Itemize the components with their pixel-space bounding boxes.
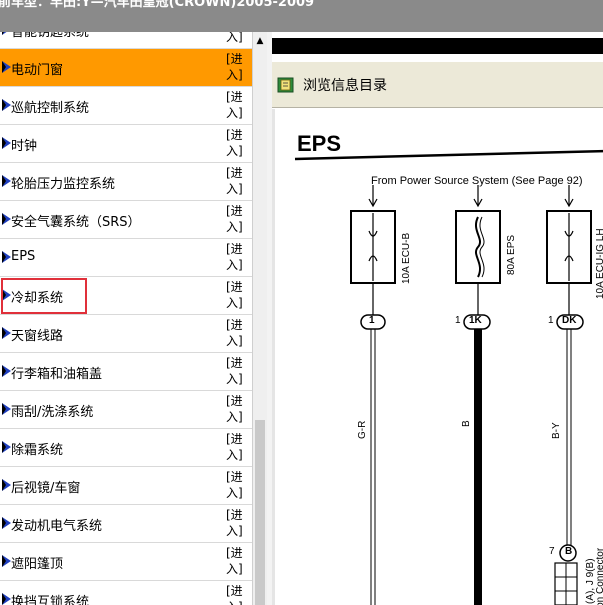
list-item-smart-key[interactable]: 智能钥匙系统 [进入] <box>0 32 252 49</box>
enter-link[interactable]: [进入] <box>226 583 248 605</box>
list-item-label: 发动机电气系统 <box>11 519 103 534</box>
list-item-clock[interactable]: 时钟 [进 入] <box>0 125 252 163</box>
fuse-label-eps: 80A EPS <box>506 234 517 275</box>
fuse-label-ecu-ig: 10A ECU-IG LH <box>595 228 603 299</box>
item-arrow-icon <box>2 32 7 35</box>
item-arrow-icon <box>2 555 11 567</box>
connector-prefix-1k: 1 <box>455 315 461 326</box>
viewer-toolbar: 浏览信息目录 <box>272 62 603 108</box>
enter-link[interactable]: [进入] <box>226 431 248 463</box>
list-item-label: 行李箱和油箱盖 <box>11 367 103 382</box>
window-title: 前车型：丰田:Y—汽车田皇冠(CROWN)2005-2009 <box>0 0 315 10</box>
document-viewer: 浏览信息目录 EPS From Power Source System (See… <box>272 32 603 605</box>
browse-catalog-label[interactable]: 浏览信息目录 <box>303 75 387 95</box>
list-item-mirror-window[interactable]: 后视镜/车窗 [进 入] <box>0 467 252 505</box>
item-arrow-icon <box>2 99 11 111</box>
list-item-label: 时钟 <box>11 139 38 154</box>
list-item-label: 天窗线路 <box>11 329 64 344</box>
enter-link[interactable]: [进入] <box>226 51 248 83</box>
list-item-sunroof[interactable]: 天窗线路 [进 入] <box>0 315 252 353</box>
wiring-diagram: EPS From Power Source System (See Page 9… <box>272 109 603 605</box>
list-item-wiper-washer[interactable]: 雨刮/洗涤系统 [进 入] <box>0 391 252 429</box>
list-item-sunshade[interactable]: 遮阳篷顶 [进 入] <box>0 543 252 581</box>
enter-link[interactable]: [进入] <box>226 127 248 159</box>
item-arrow-icon <box>2 213 11 225</box>
item-arrow-icon <box>2 251 11 263</box>
list-item-label: 换挡互锁系统 <box>11 595 90 605</box>
list-item-tire-pressure[interactable]: 轮胎压力监控系统 [进 入] <box>0 163 252 201</box>
list-item-label: 遮阳篷顶 <box>11 557 64 572</box>
enter-link[interactable]: [进入] <box>226 203 248 235</box>
item-arrow-icon <box>2 517 11 529</box>
eps-highlight-box <box>1 278 87 314</box>
junction-code-label: B <box>565 546 573 557</box>
item-arrow-icon <box>2 479 11 491</box>
enter-link[interactable]: [进入] <box>226 469 248 501</box>
item-arrow-icon <box>2 327 11 339</box>
list-item-label: 雨刮/洗涤系统 <box>11 405 94 420</box>
list-item-label: 轮胎压力监控系统 <box>11 177 116 192</box>
list-item-trunk-fuel-lid[interactable]: 行李箱和油箱盖 [进 入] <box>0 353 252 391</box>
fuse-label-ecu-b: 10A ECU-B <box>401 232 412 284</box>
enter-link[interactable]: [进入] <box>226 507 248 539</box>
junction-pin-label: 7 <box>549 546 555 557</box>
item-arrow-icon <box>2 403 11 415</box>
list-item-airbag[interactable]: 安全气囊系统（SRS） [进 入] <box>0 201 252 239</box>
item-arrow-icon <box>2 61 11 73</box>
item-arrow-icon <box>2 593 11 605</box>
wire-label-b-y: B-Y <box>551 422 562 439</box>
enter-link[interactable]: [进入] <box>226 241 248 273</box>
list-item-label: 智能钥匙系统 <box>11 32 90 40</box>
enter-link[interactable]: [进入] <box>226 317 248 349</box>
enter-link[interactable]: [进入] <box>226 165 248 197</box>
enter-link[interactable]: [进入] <box>226 545 248 577</box>
list-item-engine-electrical[interactable]: 发动机电气系统 [进 入] <box>0 505 252 543</box>
list-item-shift-lock[interactable]: 换挡互锁系统 [进入] <box>0 581 252 605</box>
connector-label-dk: DK <box>562 315 577 326</box>
enter-link[interactable]: [进入] <box>226 393 248 425</box>
connector-prefix-dk: 1 <box>548 315 554 326</box>
wire-label-g-r: G-R <box>357 420 368 439</box>
list-item-defogger[interactable]: 除霜系统 [进 入] <box>0 429 252 467</box>
enter-link[interactable]: [进入] <box>226 32 248 45</box>
list-item-power-window[interactable]: 电动门窗 [进 入] <box>0 49 252 87</box>
list-item-label: 除霜系统 <box>11 443 64 458</box>
item-arrow-icon <box>2 365 11 377</box>
item-arrow-icon <box>2 137 11 149</box>
list-item-label: EPS <box>11 249 36 264</box>
enter-link[interactable]: [进入] <box>226 355 248 387</box>
item-arrow-icon <box>2 441 11 453</box>
system-list: 智能钥匙系统 [进入] 电动门窗 [进入] 巡航控制系统 [进入] 时钟 [进入… <box>0 32 252 605</box>
scroll-thumb[interactable] <box>255 420 265 605</box>
list-item-label: 后视镜/车窗 <box>11 481 81 496</box>
viewer-header-bar <box>272 38 603 54</box>
power-source-note: From Power Source System (See Page 92) <box>371 175 583 187</box>
enter-link[interactable]: [进入] <box>226 89 248 121</box>
window-titlebar: 前车型：丰田:Y—汽车田皇冠(CROWN)2005-2009 <box>0 0 603 32</box>
list-item-label: 安全气囊系统（SRS） <box>11 215 141 230</box>
connector-label-1: 1 <box>369 315 375 326</box>
wire-label-b: B <box>461 420 472 427</box>
list-item-cruise-control[interactable]: 巡航控制系统 [进 入] <box>0 87 252 125</box>
scroll-up-arrow-icon[interactable]: ▲ <box>253 34 267 48</box>
book-icon[interactable] <box>277 76 295 94</box>
enter-link[interactable]: [进入] <box>226 279 248 311</box>
item-arrow-icon <box>2 175 11 187</box>
list-scrollbar[interactable]: ▲ <box>252 32 267 605</box>
list-item-label: 电动门窗 <box>11 63 64 78</box>
list-item-eps[interactable]: EPS [进 入] <box>0 239 252 277</box>
junction-connector-sublabel: Junction Connector <box>595 547 603 605</box>
connector-label-1k: 1K <box>469 315 482 326</box>
list-item-label: 巡航控制系统 <box>11 101 90 116</box>
